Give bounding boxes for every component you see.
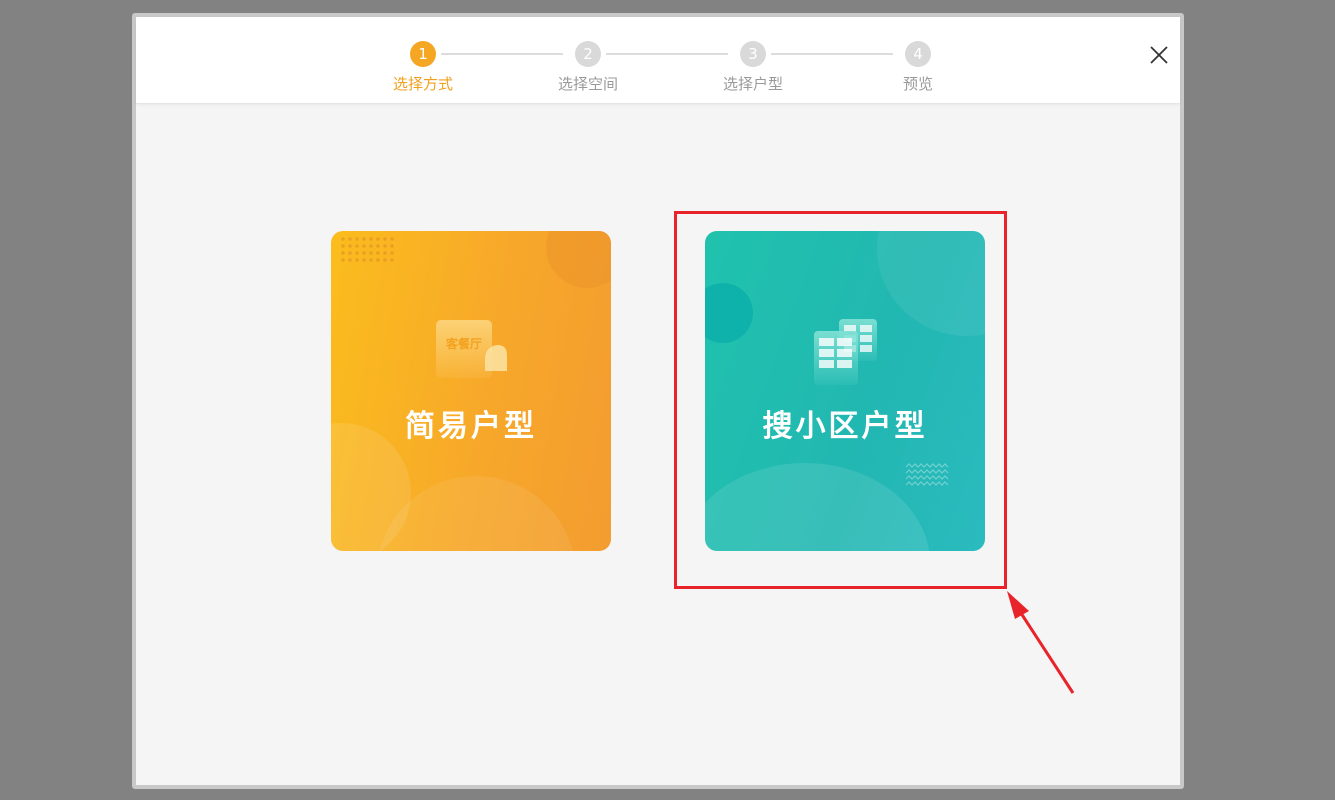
dot-grid-icon bbox=[341, 237, 394, 262]
step-number: 4 bbox=[905, 41, 931, 67]
close-button[interactable] bbox=[1148, 44, 1170, 66]
room-card-icon: 客餐厅 bbox=[436, 320, 507, 378]
step-4: 4 预览 bbox=[878, 41, 958, 94]
step-label: 选择空间 bbox=[557, 75, 618, 93]
decorative-circle bbox=[546, 231, 611, 288]
simple-floor-plan-card[interactable]: 客餐厅 简易户型 bbox=[331, 231, 611, 551]
step-number: 2 bbox=[575, 41, 601, 67]
annotation-highlight-box bbox=[674, 211, 1007, 589]
step-connector bbox=[771, 53, 893, 55]
room-badge-text: 客餐厅 bbox=[445, 336, 482, 351]
step-2: 2 选择空间 bbox=[548, 41, 628, 94]
annotation-arrow-icon bbox=[1007, 591, 1075, 694]
step-number: 3 bbox=[740, 41, 766, 67]
close-icon bbox=[1150, 46, 1168, 64]
wizard-header: 1 选择方式 2 选择空间 3 选择户型 4 预览 bbox=[136, 17, 1180, 104]
step-label: 选择户型 bbox=[722, 75, 783, 93]
step-number: 1 bbox=[410, 41, 436, 67]
step-label: 选择方式 bbox=[392, 75, 453, 93]
step-3: 3 选择户型 bbox=[713, 41, 793, 94]
step-connector bbox=[606, 53, 728, 55]
step-1: 1 选择方式 bbox=[383, 41, 463, 94]
step-label: 预览 bbox=[902, 75, 933, 93]
simple-floor-plan-title: 简易户型 bbox=[405, 409, 537, 444]
step-connector bbox=[441, 53, 563, 55]
